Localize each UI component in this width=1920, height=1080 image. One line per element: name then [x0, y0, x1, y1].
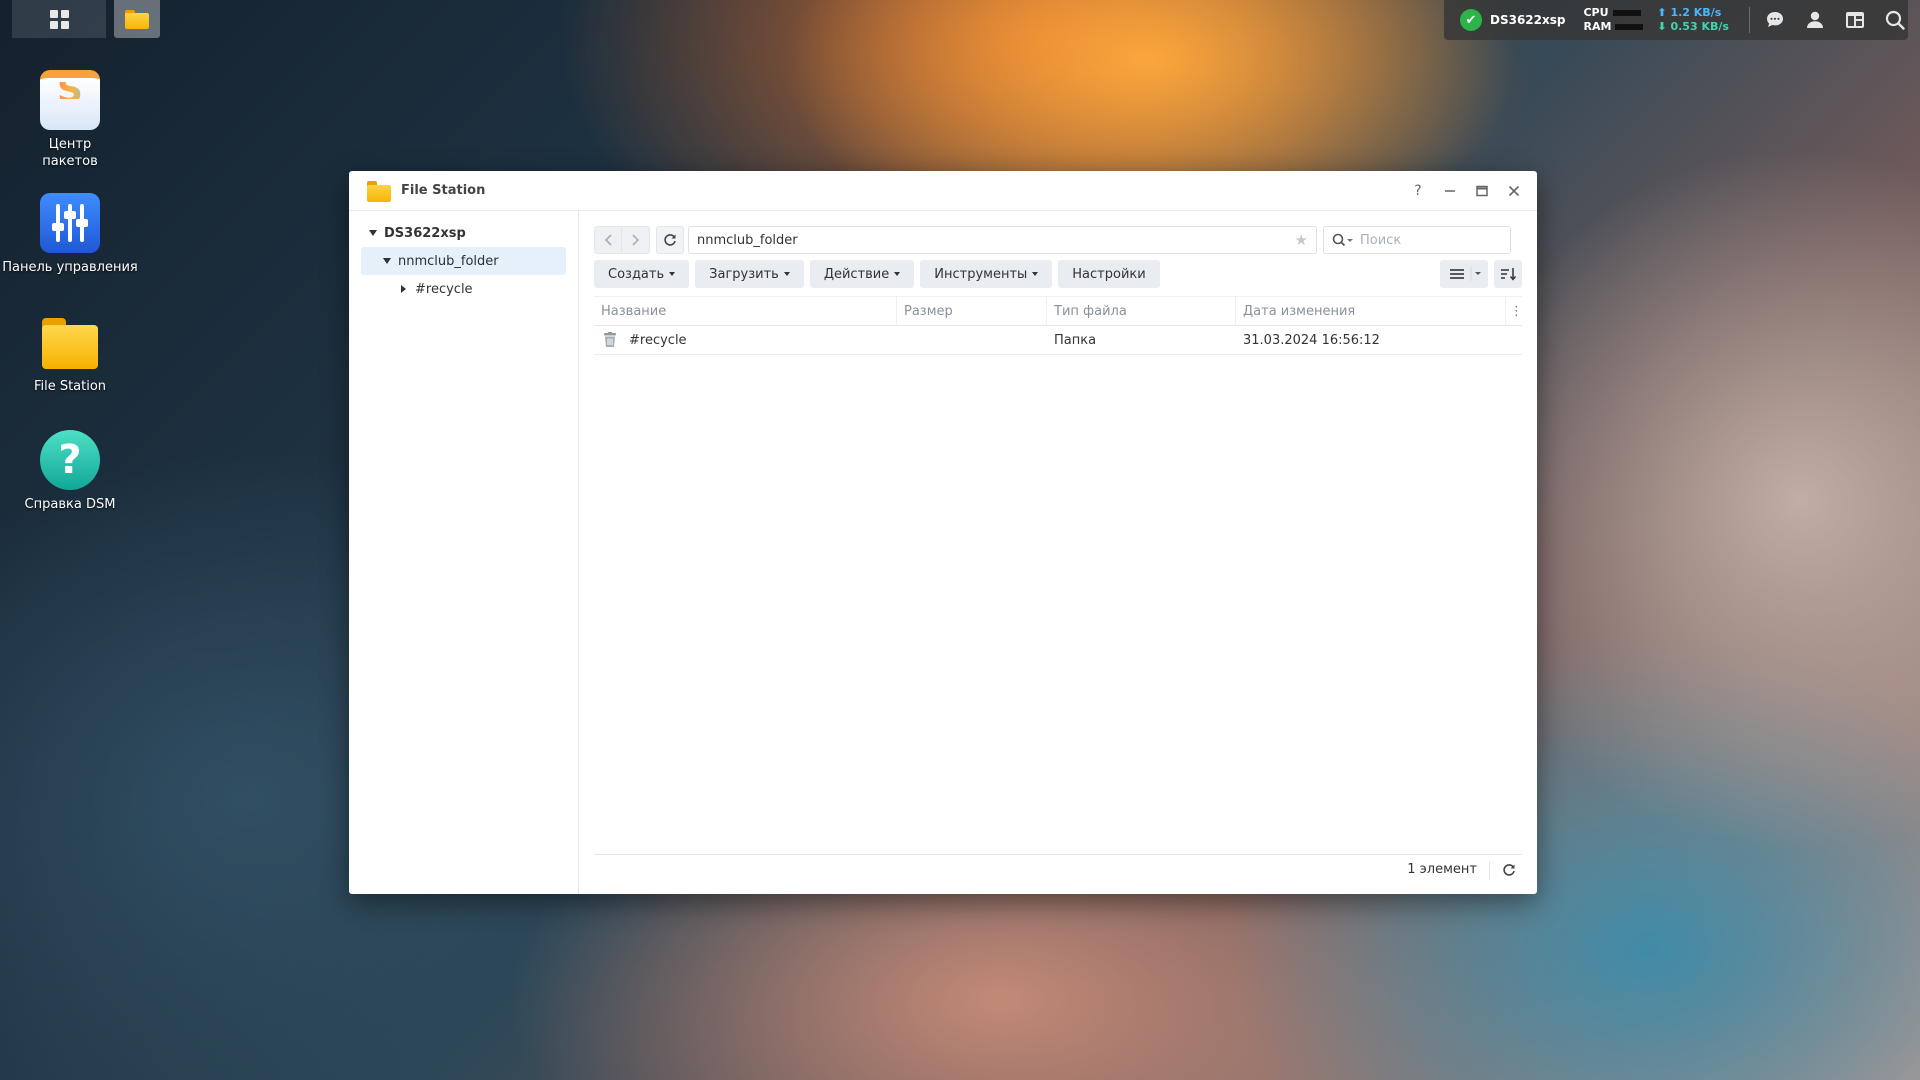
close-icon[interactable] [1507, 184, 1521, 198]
file-station-icon [125, 9, 149, 29]
upload-label: Загрузить [709, 266, 779, 282]
help-icon[interactable]: ? [1411, 183, 1425, 199]
search-field[interactable] [1323, 226, 1511, 254]
table-row[interactable]: #recycle Папка 31.03.2024 16:56:12 [594, 326, 1522, 355]
current-path: nnmclub_folder [697, 232, 798, 248]
minimize-icon[interactable] [1443, 184, 1457, 198]
desktop-icon-file-station[interactable]: File Station [0, 312, 140, 395]
file-station-window: File Station ? DS3622xsp nnmclub_folder [349, 171, 1537, 894]
help-icon: ? [40, 430, 100, 490]
server-name: DS3622xsp [1490, 13, 1566, 27]
tree-item-label: DS3622xsp [384, 225, 466, 241]
sort-icon [1501, 268, 1516, 281]
more-columns-icon[interactable]: ⋮ [1506, 296, 1523, 326]
resource-meters[interactable]: CPU RAM [1583, 6, 1644, 34]
column-header-name[interactable]: Название [594, 296, 897, 326]
chevron-right-icon[interactable] [401, 285, 406, 293]
chevron-right-icon [631, 234, 639, 246]
tools-label: Инструменты [934, 266, 1028, 282]
settings-label: Настройки [1072, 266, 1146, 282]
sort-button[interactable] [1494, 260, 1522, 288]
refresh-icon[interactable] [1500, 861, 1518, 879]
create-button[interactable]: Создать [594, 260, 690, 288]
desktop-icon-label: File Station [33, 379, 107, 394]
folder-tree: DS3622xsp nnmclub_folder #recycle [349, 211, 579, 894]
main-menu-button[interactable] [12, 0, 106, 38]
chevron-down-icon[interactable] [369, 230, 377, 236]
file-type: Папка [1054, 332, 1097, 348]
ram-meter [1615, 24, 1644, 30]
file-list-pane: nnmclub_folder ★ Создать Загрузить Дейст… [579, 211, 1537, 894]
view-mode-button[interactable] [1440, 260, 1488, 288]
cpu-meter [1612, 10, 1641, 16]
forward-button[interactable] [622, 226, 650, 254]
search-icon[interactable] [1884, 9, 1906, 31]
file-list-header: Название Размер Тип файла Дата изменения… [594, 296, 1523, 326]
caret-down-icon [894, 272, 901, 276]
window-title: File Station [401, 183, 486, 198]
desktop-icon-control-panel[interactable]: Панель управления [0, 193, 140, 276]
path-input[interactable]: nnmclub_folder ★ [688, 226, 1317, 254]
window-titlebar[interactable]: File Station ? [349, 171, 1537, 211]
column-header-type[interactable]: Тип файла [1047, 296, 1236, 326]
file-name: #recycle [629, 332, 687, 348]
system-tray: ✔ DS3622xsp CPU RAM ⬆ 1.2 KB/s ⬇ 0.53 KB… [1444, 0, 1908, 40]
action-label: Действие [823, 266, 890, 282]
chevron-left-icon [604, 234, 612, 246]
widgets-icon[interactable] [1844, 9, 1866, 31]
chevron-down-icon[interactable] [383, 258, 391, 264]
desktop-icon-dsm-help[interactable]: ? Справка DSM [0, 430, 140, 513]
user-icon[interactable] [1804, 9, 1826, 31]
upload-button[interactable]: Загрузить [695, 260, 804, 288]
column-header-size[interactable]: Размер [897, 296, 1047, 326]
file-station-icon [40, 312, 100, 372]
trash-icon [604, 332, 616, 347]
taskbar-file-station-button[interactable] [114, 0, 160, 38]
status-ok-icon[interactable]: ✔ [1460, 9, 1482, 31]
desktop-icon-label: Панель управления [2, 260, 138, 275]
search-icon [1332, 233, 1353, 247]
item-count: 1 элемент [1407, 862, 1477, 877]
tools-button[interactable]: Инструменты [920, 260, 1053, 288]
desktop-icon-package-center[interactable]: S Центр пакетов [0, 70, 140, 170]
ram-label: RAM [1583, 20, 1612, 33]
tree-item-label: nnmclub_folder [398, 253, 499, 269]
grid-icon [49, 9, 69, 29]
search-input[interactable] [1360, 232, 1500, 248]
list-view-icon [1450, 267, 1481, 281]
tray-divider [1748, 7, 1750, 33]
package-center-icon: S [40, 70, 100, 130]
star-icon[interactable]: ★ [1295, 231, 1308, 249]
tree-item-label: #recycle [415, 281, 473, 297]
upload-rate: ⬆ 1.2 KB/s [1657, 6, 1722, 19]
desktop-icon-label: Справка DSM [24, 497, 116, 512]
action-button[interactable]: Действие [809, 260, 915, 288]
tree-item-nnmclub-folder[interactable]: nnmclub_folder [361, 247, 566, 275]
column-header-date[interactable]: Дата изменения [1236, 296, 1506, 326]
caret-down-icon [783, 272, 790, 276]
cpu-label: CPU [1583, 6, 1609, 19]
chat-icon[interactable] [1764, 9, 1786, 31]
file-date: 31.03.2024 16:56:12 [1243, 332, 1380, 348]
create-label: Создать [608, 266, 665, 282]
refresh-button[interactable] [656, 226, 684, 254]
maximize-icon[interactable] [1475, 184, 1489, 198]
tree-item-recycle[interactable]: #recycle [349, 275, 578, 303]
status-bar: 1 элемент [594, 854, 1522, 884]
desktop-icon-label: Центр пакетов [42, 137, 98, 169]
download-rate: ⬇ 0.53 KB/s [1657, 20, 1729, 33]
caret-down-icon [1032, 272, 1039, 276]
back-button[interactable] [594, 226, 622, 254]
caret-down-icon [669, 272, 676, 276]
file-station-icon [367, 180, 391, 202]
tree-item-root[interactable]: DS3622xsp [349, 219, 578, 247]
network-rates[interactable]: ⬆ 1.2 KB/s ⬇ 0.53 KB/s [1657, 6, 1729, 34]
status-divider [1489, 860, 1490, 879]
settings-button[interactable]: Настройки [1058, 260, 1160, 288]
refresh-icon [664, 234, 676, 246]
control-panel-icon [40, 193, 100, 253]
taskbar: ✔ DS3622xsp CPU RAM ⬆ 1.2 KB/s ⬇ 0.53 KB… [0, 0, 1920, 40]
